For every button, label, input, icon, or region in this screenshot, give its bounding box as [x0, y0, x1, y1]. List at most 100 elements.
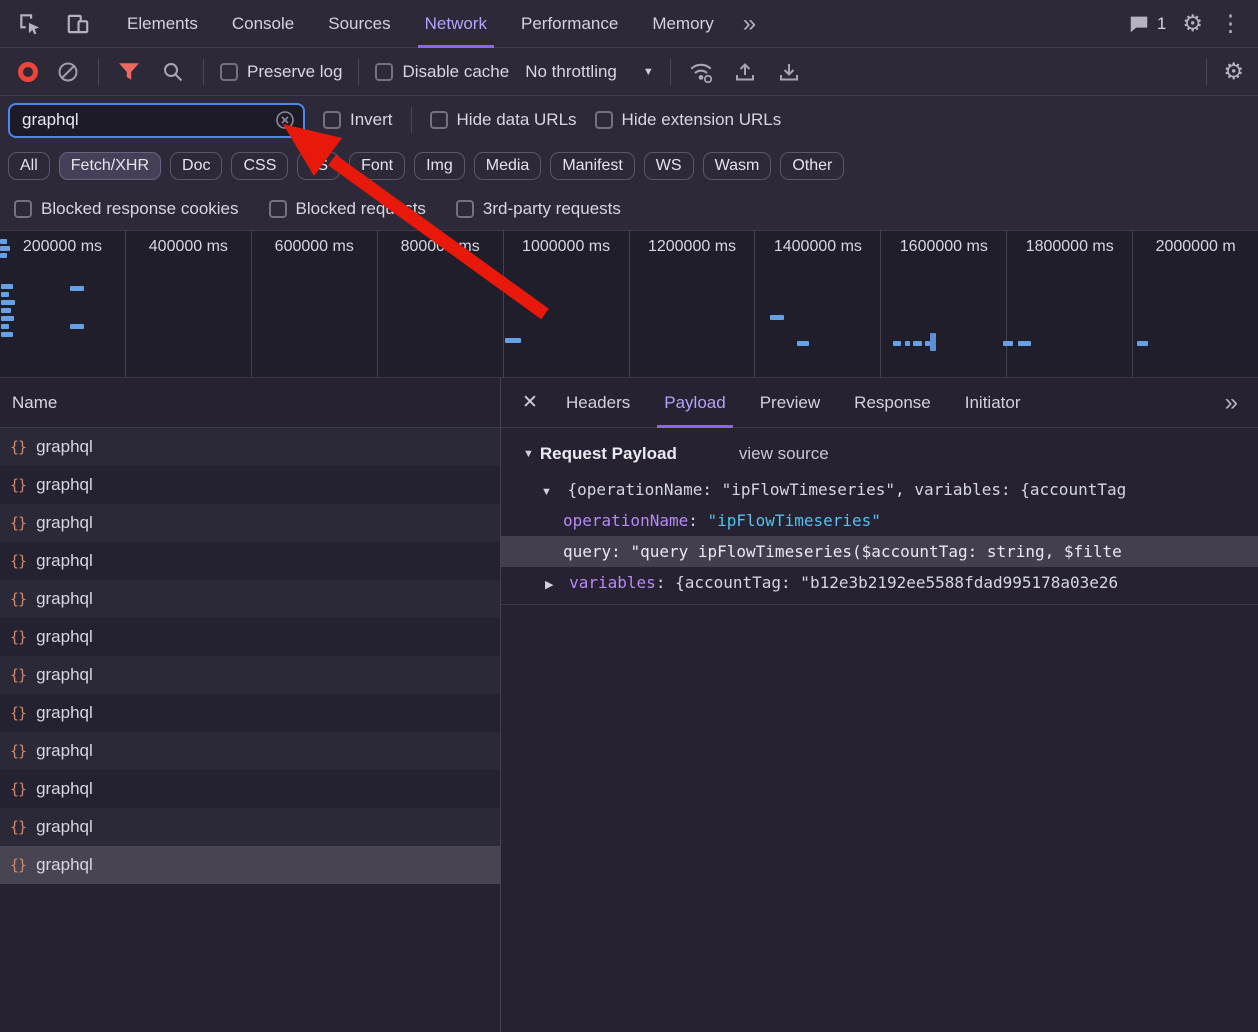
chip-img[interactable]: Img: [414, 152, 465, 180]
device-toolbar-icon[interactable]: [64, 10, 92, 38]
tab-performance[interactable]: Performance: [504, 0, 635, 48]
waterfall-bar: [797, 341, 809, 346]
tab-sources[interactable]: Sources: [311, 0, 407, 48]
chip-media[interactable]: Media: [474, 152, 542, 180]
clear-filter-icon[interactable]: [275, 110, 295, 130]
view-source-link[interactable]: view source: [739, 444, 829, 464]
disable-cache-checkbox[interactable]: Disable cache: [375, 62, 509, 82]
fetch-braces-icon: {}: [10, 780, 26, 798]
request-name: graphql: [36, 589, 93, 609]
tab-console[interactable]: Console: [215, 0, 311, 48]
tab-network[interactable]: Network: [408, 0, 504, 48]
hide-data-urls-checkbox[interactable]: Hide data URLs: [430, 110, 577, 130]
inspect-element-icon[interactable]: [16, 10, 44, 38]
payload-query-row-selected[interactable]: query: "query ipFlowTimeseries($accountT…: [501, 536, 1258, 567]
waterfall-bar: [0, 239, 7, 244]
collapse-triangle-icon[interactable]: ▼: [541, 486, 552, 498]
request-type-chips: All Fetch/XHR Doc CSS JS Font Img Media …: [0, 144, 1258, 188]
network-settings-gear-icon[interactable]: ⚙: [1223, 60, 1244, 83]
request-row[interactable]: {}graphql: [0, 580, 500, 618]
more-tabs-icon[interactable]: »: [731, 10, 768, 38]
search-icon[interactable]: [159, 58, 187, 86]
timeline-label: 400000 ms: [125, 231, 251, 377]
filter-input[interactable]: [20, 109, 275, 131]
console-messages-button[interactable]: 1: [1128, 13, 1166, 35]
waterfall-bar: [1137, 341, 1148, 346]
settings-gear-icon[interactable]: ⚙: [1182, 12, 1203, 35]
kebab-menu-icon[interactable]: ⋮: [1219, 12, 1242, 35]
filter-funnel-icon[interactable]: [115, 58, 143, 86]
name-column-header[interactable]: Name: [0, 378, 500, 428]
throttling-dropdown[interactable]: No throttling ▼: [525, 62, 654, 82]
waterfall-bar: [1, 332, 13, 337]
request-name: graphql: [36, 855, 93, 875]
invert-checkbox[interactable]: Invert: [323, 110, 393, 130]
chip-font[interactable]: Font: [349, 152, 405, 180]
preserve-log-checkbox[interactable]: Preserve log: [220, 62, 342, 82]
network-main-split: Name {}graphql {}graphql {}graphql {}gra…: [0, 378, 1258, 1032]
request-row[interactable]: {}graphql: [0, 770, 500, 808]
chip-js[interactable]: JS: [297, 152, 340, 180]
waterfall-bar: [0, 253, 7, 258]
chip-doc[interactable]: Doc: [170, 152, 222, 180]
import-har-icon[interactable]: [731, 58, 759, 86]
blocked-requests-checkbox[interactable]: Blocked requests: [269, 199, 426, 219]
request-row[interactable]: {}graphql: [0, 808, 500, 846]
checkbox-box[interactable]: [220, 63, 238, 81]
chip-fetch-xhr[interactable]: Fetch/XHR: [59, 152, 161, 180]
checkbox-box[interactable]: [595, 111, 613, 129]
detail-tab-preview[interactable]: Preview: [743, 378, 837, 428]
tab-memory[interactable]: Memory: [635, 0, 730, 48]
request-row-selected[interactable]: {} graphql: [0, 846, 500, 884]
record-network-log-button[interactable]: [18, 62, 38, 82]
checkbox-box[interactable]: [375, 63, 393, 81]
collapse-triangle-icon[interactable]: ▼: [523, 448, 534, 460]
waterfall-tick: [930, 333, 936, 351]
checkbox-box[interactable]: [430, 111, 448, 129]
expand-triangle-icon[interactable]: ▶: [545, 579, 553, 591]
checkbox-box[interactable]: [323, 111, 341, 129]
payload-root-row[interactable]: ▼ {operationName: "ipFlowTimeseries", va…: [501, 474, 1258, 505]
invert-label: Invert: [350, 110, 393, 130]
chip-manifest[interactable]: Manifest: [550, 152, 634, 180]
chip-css[interactable]: CSS: [231, 152, 288, 180]
fetch-braces-icon: {}: [10, 856, 26, 874]
chip-wasm[interactable]: Wasm: [703, 152, 772, 180]
chip-ws[interactable]: WS: [644, 152, 694, 180]
request-row[interactable]: {}graphql: [0, 504, 500, 542]
network-overview-timeline[interactable]: 200000 ms 400000 ms 600000 ms 800000 ms …: [0, 230, 1258, 378]
detail-tab-headers[interactable]: Headers: [549, 378, 647, 428]
payload-variables-row[interactable]: ▶ variables: {accountTag: "b12e3b2192ee5…: [501, 567, 1258, 598]
detail-tab-initiator[interactable]: Initiator: [948, 378, 1038, 428]
blocked-response-cookies-checkbox[interactable]: Blocked response cookies: [14, 199, 239, 219]
request-row[interactable]: {}graphql: [0, 466, 500, 504]
toolbar-divider: [670, 59, 671, 85]
waterfall-bar: [505, 338, 521, 343]
close-detail-icon[interactable]: ✕: [511, 391, 549, 414]
network-conditions-icon[interactable]: [687, 58, 715, 86]
payload-operationname-row[interactable]: operationName: "ipFlowTimeseries": [501, 505, 1258, 536]
clear-network-log-icon[interactable]: [54, 58, 82, 86]
hide-extension-urls-checkbox[interactable]: Hide extension URLs: [595, 110, 782, 130]
request-row[interactable]: {}graphql: [0, 694, 500, 732]
preserve-log-label: Preserve log: [247, 62, 342, 82]
chip-other[interactable]: Other: [780, 152, 844, 180]
request-row[interactable]: {}graphql: [0, 542, 500, 580]
request-row[interactable]: {}graphql: [0, 656, 500, 694]
more-detail-tabs-icon[interactable]: »: [1211, 389, 1252, 417]
export-har-icon[interactable]: [775, 58, 803, 86]
request-name: graphql: [36, 475, 93, 495]
request-row[interactable]: {}graphql: [0, 732, 500, 770]
checkbox-box[interactable]: [456, 200, 474, 218]
checkbox-box[interactable]: [269, 200, 287, 218]
detail-tab-response[interactable]: Response: [837, 378, 948, 428]
third-party-requests-checkbox[interactable]: 3rd-party requests: [456, 199, 621, 219]
request-row[interactable]: {}graphql: [0, 428, 500, 466]
request-row[interactable]: {}graphql: [0, 618, 500, 656]
checkbox-box[interactable]: [14, 200, 32, 218]
fetch-braces-icon: {}: [10, 666, 26, 684]
tab-elements[interactable]: Elements: [110, 0, 215, 48]
chip-all[interactable]: All: [8, 152, 50, 180]
detail-tab-payload[interactable]: Payload: [647, 378, 742, 428]
request-name: graphql: [36, 551, 93, 571]
